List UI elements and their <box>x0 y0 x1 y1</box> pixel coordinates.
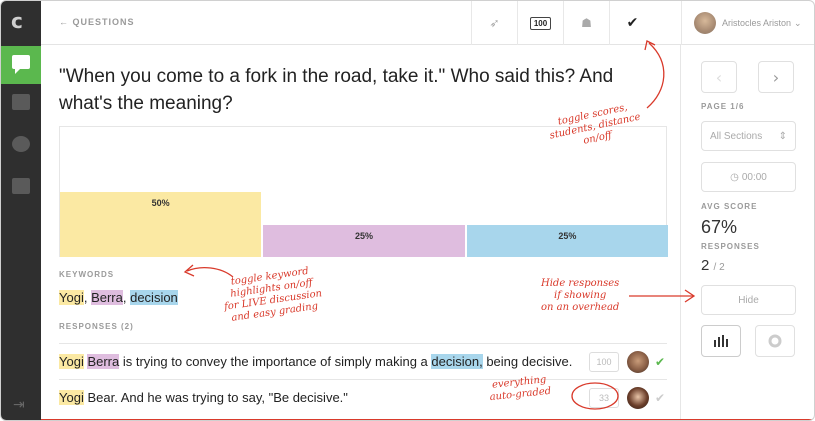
calendar-icon[interactable] <box>12 178 30 194</box>
student-avatar <box>627 386 649 409</box>
right-panel: ‹ › PAGE 1/6 All Sections ⇕ ◷ 00:00 AVG … <box>680 45 814 420</box>
user-name: Aristocles Ariston <box>722 18 792 28</box>
toggle-scores-button[interactable]: 100 <box>517 1 563 45</box>
chevron-right-icon: › <box>772 67 780 87</box>
responses-count: 2 / 2 <box>701 257 725 274</box>
send-button[interactable]: ➶ <box>471 1 517 45</box>
avg-score-value: 67% <box>701 217 738 237</box>
prev-page-button[interactable]: ‹ <box>701 61 737 93</box>
presentation-icon[interactable] <box>12 94 30 110</box>
keyword-berra[interactable]: Berra <box>91 290 123 305</box>
toggle-grading-button[interactable]: ✔ <box>609 1 655 45</box>
hide-label: Hide <box>738 294 759 306</box>
clock-icon: ◷ <box>730 171 739 183</box>
keyword-list[interactable]: Yogi, Berra, decision <box>59 290 178 305</box>
user-menu[interactable]: Aristocles Ariston ⌄ <box>681 1 814 45</box>
score-badge: 100 <box>529 16 552 30</box>
chevron-down-icon: ⌄ <box>794 17 802 28</box>
pie-chart-icon <box>768 334 782 348</box>
chat-icon <box>12 55 30 74</box>
highlight-yogi: Yogi <box>59 390 84 405</box>
page-indicator: PAGE 1/6 <box>701 102 745 111</box>
chart-bar-label: 25% <box>558 230 577 241</box>
exit-icon[interactable]: ⇥ <box>13 397 25 413</box>
chart-bar-berra: 25% <box>263 224 465 257</box>
chart-bar-label: 25% <box>354 230 373 241</box>
pie-chart-view-button[interactable] <box>755 325 795 357</box>
responses-count-value: 2 <box>701 257 710 274</box>
avg-score-label: AVG SCORE <box>701 202 758 211</box>
response-row: Yogi Berra is trying to convey the impor… <box>59 343 667 379</box>
question-title: "When you come to a fork in the road, ta… <box>59 66 614 114</box>
ungraded-check-icon[interactable]: ✔ <box>655 391 667 405</box>
responses-total: / 2 <box>713 262 725 273</box>
top-bar: ← QUESTIONS ➶ 100 ☗ ✔ Aristocles Ariston… <box>41 1 814 45</box>
back-link[interactable]: ← QUESTIONS <box>59 17 135 27</box>
chevron-left-icon: ‹ <box>715 67 723 87</box>
section-select[interactable]: All Sections ⇕ <box>701 121 796 151</box>
app-logo-icon: c <box>11 9 23 33</box>
score-input[interactable]: 100 <box>589 351 619 372</box>
response-segment: Bear. And he was trying to say, "Be deci… <box>83 390 348 405</box>
bar-chart-view-button[interactable] <box>701 325 741 357</box>
globe-icon[interactable] <box>12 136 30 152</box>
checkmark-icon: ✔ <box>626 15 639 31</box>
hide-responses-button[interactable]: Hide <box>701 285 796 315</box>
section-select-value: All Sections <box>710 130 763 142</box>
student-icon: ☗ <box>581 16 592 30</box>
arrow-left-icon: ← <box>59 17 69 27</box>
annotation-hide-responses: Hide responses if showing on an overhead <box>541 278 620 313</box>
responses-label: RESPONSES (2) <box>59 322 134 331</box>
highlight-berra: Berra <box>87 354 120 369</box>
app-window: c ⇥ ← QUESTIONS ➶ 100 ☗ ✔ Aristocles Ari… <box>0 0 815 421</box>
keywords-label: KEYWORDS <box>59 270 115 279</box>
nav-item-questions[interactable] <box>1 46 41 84</box>
keyword-yogi[interactable]: Yogi <box>59 290 84 305</box>
response-segment: being decisive. <box>482 354 573 369</box>
highlight-yogi: Yogi <box>59 354 84 369</box>
annotation-toggle-keywords: toggle keyword highlights on/off for LIVE … <box>223 265 323 324</box>
bar-chart-icon <box>714 335 728 347</box>
responses-count-label: RESPONSES <box>701 242 760 251</box>
timer-button[interactable]: ◷ 00:00 <box>701 162 796 192</box>
response-text: Yogi Berra is trying to convey the impor… <box>59 354 589 369</box>
keyword-decision[interactable]: decision <box>130 290 178 305</box>
timer-value: 00:00 <box>741 171 767 183</box>
chart-bar-yogi: 50% <box>60 192 262 257</box>
highlight-decision: decision, <box>431 354 483 369</box>
response-segment: is trying to convey the importance of si… <box>119 354 432 369</box>
graded-check-icon[interactable]: ✔ <box>655 355 667 369</box>
student-avatar <box>627 350 649 373</box>
left-nav: c ⇥ <box>1 1 41 420</box>
back-label: QUESTIONS <box>72 17 135 27</box>
response-row: Yogi Bear. And he was trying to say, "Be… <box>59 379 667 415</box>
score-input[interactable]: 33 <box>589 387 619 408</box>
next-page-button[interactable]: › <box>758 61 794 93</box>
toggle-students-button[interactable]: ☗ <box>563 1 609 45</box>
chart-bar-decision: 25% <box>466 224 668 257</box>
chart-bar-label: 50% <box>151 198 170 209</box>
paper-plane-icon: ➶ <box>489 16 500 30</box>
select-arrows-icon: ⇕ <box>778 130 787 142</box>
avatar <box>694 12 716 34</box>
